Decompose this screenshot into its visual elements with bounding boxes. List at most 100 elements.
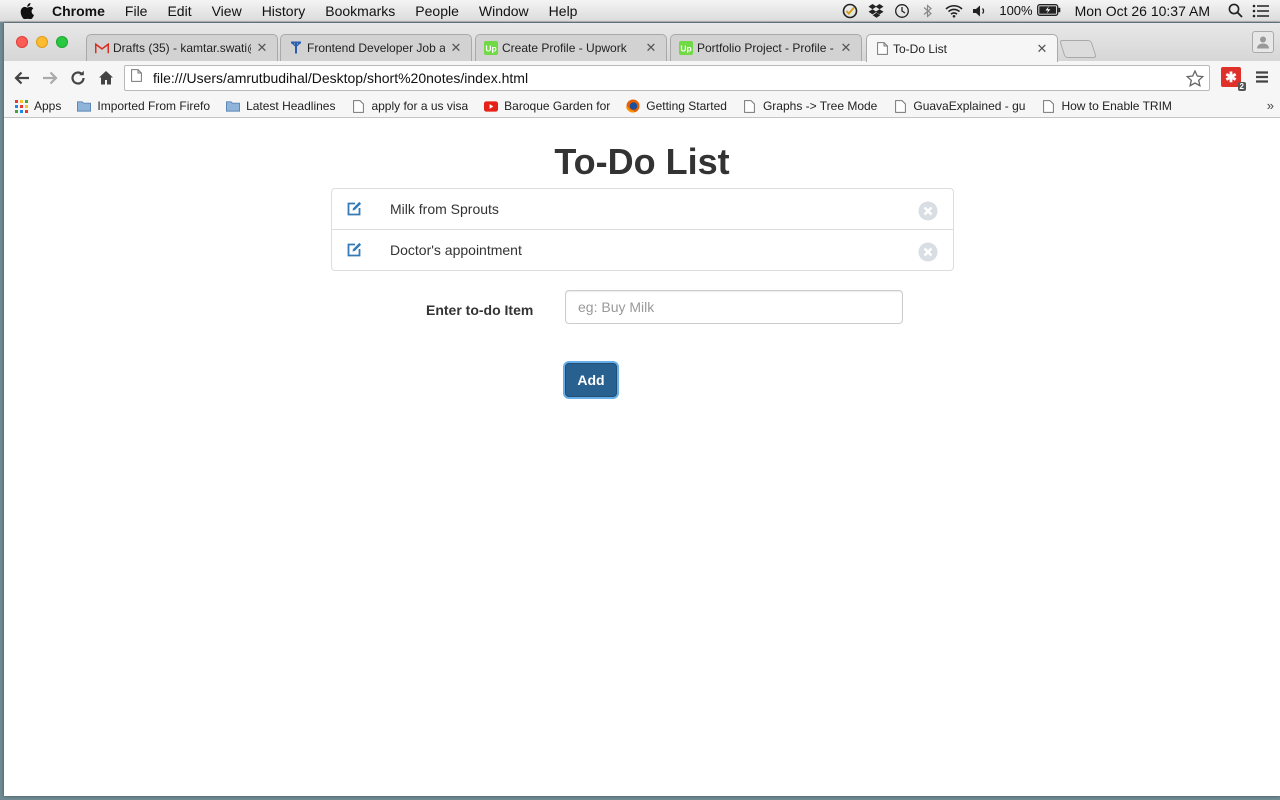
new-tab-button[interactable] bbox=[1059, 40, 1097, 58]
menu-bookmarks[interactable]: Bookmarks bbox=[315, 0, 405, 22]
forward-arrow-icon[interactable] bbox=[36, 64, 64, 92]
bookmarks-bar: Apps Imported From Firefo Latest Headlin… bbox=[4, 95, 1280, 118]
tab-title: To-Do List bbox=[893, 41, 948, 56]
window-minimize-button[interactable] bbox=[36, 36, 48, 48]
chrome-menu-icon[interactable] bbox=[1252, 67, 1272, 87]
tab-upwork-portfolio[interactable]: Up Portfolio Project - Profile - ✕ bbox=[670, 34, 862, 61]
extension-badge: 2 bbox=[1237, 82, 1246, 91]
tab-strip: Drafts (35) - kamtar.swati@ ✕ Frontend D… bbox=[4, 23, 1280, 62]
folder-icon bbox=[226, 99, 241, 113]
norton-check-icon[interactable] bbox=[837, 0, 863, 22]
bookmark-enable-trim[interactable]: How to Enable TRIM bbox=[1041, 99, 1172, 113]
youtube-icon bbox=[484, 99, 499, 113]
edit-icon[interactable] bbox=[346, 201, 362, 217]
bookmark-imported-from-firefox[interactable]: Imported From Firefo bbox=[77, 99, 210, 113]
todo-input[interactable] bbox=[565, 290, 903, 324]
page-title: To-Do List bbox=[554, 141, 730, 182]
battery-charging-icon[interactable] bbox=[1036, 3, 1061, 19]
todo-item-text: Milk from Sprouts bbox=[390, 201, 499, 217]
tab-upwork-create-profile[interactable]: Up Create Profile - Upwork ✕ bbox=[475, 34, 667, 61]
menu-edit[interactable]: Edit bbox=[157, 0, 201, 22]
menu-help[interactable]: Help bbox=[539, 0, 588, 22]
window-zoom-button[interactable] bbox=[56, 36, 68, 48]
bookmarks-overflow-icon[interactable]: » bbox=[1267, 98, 1274, 113]
remove-icon[interactable] bbox=[918, 201, 938, 221]
extension-icon[interactable]: ✱ 2 bbox=[1221, 67, 1246, 91]
tab-close-icon[interactable]: ✕ bbox=[839, 40, 853, 56]
bookmark-graphs-tree-mode[interactable]: Graphs -> Tree Mode bbox=[743, 99, 877, 113]
menu-history[interactable]: History bbox=[252, 0, 316, 22]
bookmark-us-visa[interactable]: apply for a us visa bbox=[351, 99, 468, 113]
time-machine-icon[interactable] bbox=[889, 0, 915, 22]
add-button[interactable]: Add bbox=[565, 363, 617, 397]
dropbox-icon[interactable] bbox=[863, 0, 889, 22]
bookmark-label: Apps bbox=[34, 99, 62, 113]
menu-app-name[interactable]: Chrome bbox=[52, 0, 115, 22]
window-close-button[interactable] bbox=[16, 36, 28, 48]
bookmark-label: Baroque Garden for bbox=[504, 99, 611, 113]
page-content: To-Do List Milk from Sprouts Doctor's ap… bbox=[4, 119, 1280, 796]
menu-file[interactable]: File bbox=[115, 0, 158, 22]
bookmark-label: Latest Headlines bbox=[246, 99, 336, 113]
macos-menu-bar: Chrome File Edit View History Bookmarks … bbox=[0, 0, 1280, 22]
wifi-icon[interactable] bbox=[941, 0, 967, 22]
status-area: 100% Mon Oct 26 10:37 AM bbox=[837, 0, 1280, 22]
tab-title: Drafts (35) - kamtar.swati@ bbox=[113, 41, 251, 55]
tab-title: Portfolio Project - Profile - bbox=[697, 41, 834, 55]
browser-toolbar: file:///Users/amrutbudihal/Desktop/short… bbox=[4, 61, 1280, 95]
apple-menu-icon[interactable] bbox=[20, 0, 38, 22]
browser-window: Drafts (35) - kamtar.swati@ ✕ Frontend D… bbox=[4, 23, 1280, 796]
home-icon[interactable] bbox=[92, 64, 120, 92]
tab-close-icon[interactable]: ✕ bbox=[449, 40, 463, 56]
menu-people[interactable]: People bbox=[405, 0, 469, 22]
page-icon bbox=[743, 99, 757, 113]
page-icon bbox=[875, 42, 889, 56]
todo-list: Milk from Sprouts Doctor's appointment bbox=[331, 188, 954, 271]
page-icon bbox=[351, 99, 365, 113]
page-icon bbox=[1041, 99, 1055, 113]
address-bar[interactable]: file:///Users/amrutbudihal/Desktop/short… bbox=[124, 65, 1210, 91]
bookmark-baroque-garden[interactable]: Baroque Garden for bbox=[484, 99, 610, 113]
upwork-icon: Up bbox=[484, 41, 498, 55]
page-icon bbox=[131, 69, 145, 87]
todo-input-label: Enter to-do Item bbox=[426, 302, 534, 318]
job-icon bbox=[289, 41, 303, 55]
tab-todo-list[interactable]: To-Do List ✕ bbox=[866, 34, 1058, 62]
bookmark-apps[interactable]: Apps bbox=[14, 99, 61, 113]
menubar-clock[interactable]: Mon Oct 26 10:37 AM bbox=[1075, 3, 1210, 19]
tab-frontend-job[interactable]: Frontend Developer Job an ✕ bbox=[280, 34, 472, 61]
bookmark-getting-started[interactable]: Getting Started bbox=[626, 99, 727, 113]
edit-icon[interactable] bbox=[346, 242, 362, 258]
back-arrow-icon[interactable] bbox=[8, 64, 36, 92]
volume-icon[interactable] bbox=[967, 0, 993, 22]
menu-view[interactable]: View bbox=[202, 0, 252, 22]
spotlight-search-icon[interactable] bbox=[1222, 0, 1248, 22]
bookmark-label: Imported From Firefo bbox=[97, 99, 211, 113]
remove-icon[interactable] bbox=[918, 242, 938, 262]
bookmark-label: GuavaExplained - gu bbox=[913, 99, 1026, 113]
bookmark-latest-headlines[interactable]: Latest Headlines bbox=[226, 99, 335, 113]
notification-center-icon[interactable] bbox=[1248, 0, 1274, 22]
bookmark-star-icon[interactable] bbox=[1185, 68, 1205, 88]
tab-gmail-drafts[interactable]: Drafts (35) - kamtar.swati@ ✕ bbox=[86, 34, 278, 61]
menu-window[interactable]: Window bbox=[469, 0, 539, 22]
page-icon bbox=[893, 99, 907, 113]
address-url: file:///Users/amrutbudihal/Desktop/short… bbox=[153, 70, 529, 86]
tab-close-icon[interactable]: ✕ bbox=[644, 40, 658, 56]
svg-text:Up: Up bbox=[485, 44, 496, 54]
todo-item-text: Doctor's appointment bbox=[390, 242, 522, 258]
tab-close-icon[interactable]: ✕ bbox=[1035, 41, 1049, 57]
reload-icon[interactable] bbox=[64, 64, 92, 92]
upwork-icon: Up bbox=[679, 41, 693, 55]
tab-title: Create Profile - Upwork bbox=[502, 41, 627, 55]
bluetooth-icon[interactable] bbox=[915, 0, 941, 22]
profile-icon[interactable] bbox=[1252, 31, 1274, 53]
tab-close-icon[interactable]: ✕ bbox=[255, 40, 269, 56]
battery-percent: 100% bbox=[999, 3, 1033, 18]
bookmark-label: Graphs -> Tree Mode bbox=[762, 99, 878, 113]
firefox-icon bbox=[626, 99, 640, 113]
bookmark-label: How to Enable TRIM bbox=[1061, 99, 1172, 113]
svg-text:Up: Up bbox=[680, 44, 691, 54]
gmail-icon bbox=[95, 41, 109, 55]
bookmark-guava-explained[interactable]: GuavaExplained - gu bbox=[893, 99, 1025, 113]
